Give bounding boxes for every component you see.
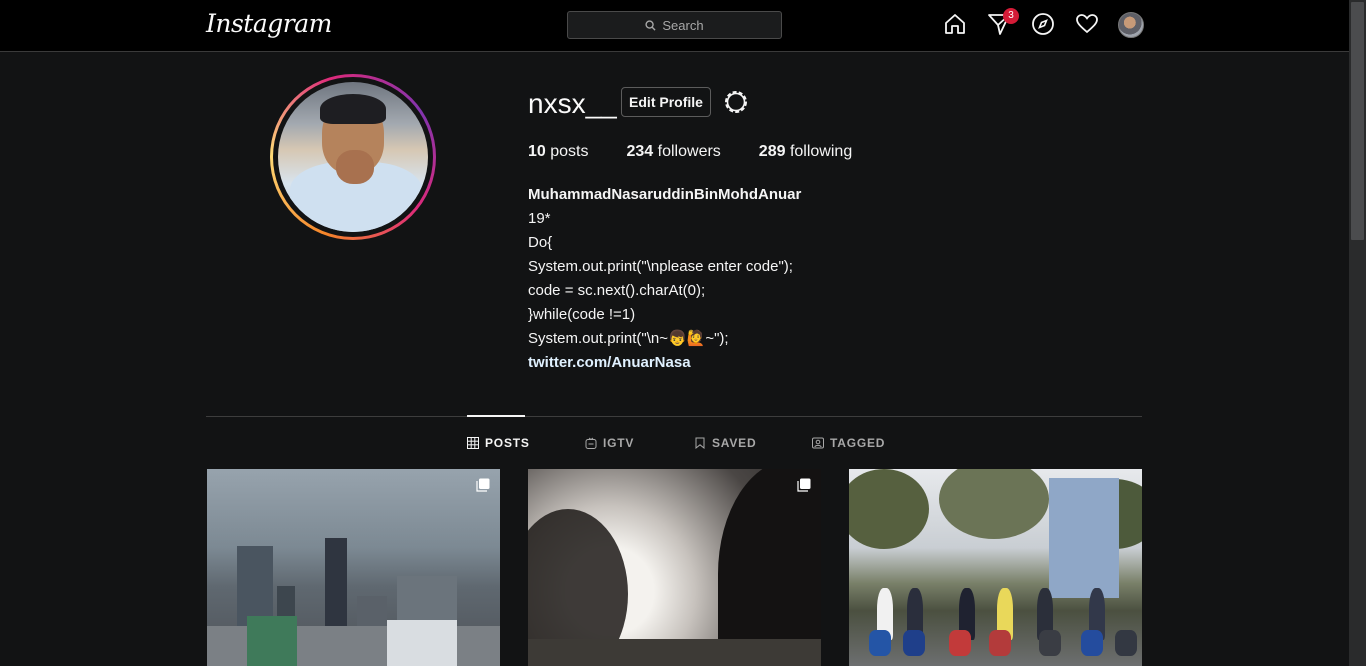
tab-tagged-label: TAGGED — [830, 436, 886, 450]
tab-saved-label: SAVED — [712, 436, 757, 450]
truck-shape — [1049, 478, 1119, 598]
multiple-photos-icon — [797, 478, 811, 492]
posts-stat: 10 posts — [528, 143, 589, 161]
followers-stat[interactable]: 234 followers — [627, 143, 721, 161]
profile-bio: MuhammadNasaruddinBinMohdAnuar 19* Do{ S… — [528, 183, 801, 375]
tab-divider — [206, 416, 1142, 417]
profile-username: nxsx__ — [528, 88, 617, 119]
home-icon[interactable] — [943, 12, 967, 36]
construction-shape — [247, 616, 297, 666]
posts-count: 10 — [528, 143, 546, 160]
tab-tagged[interactable]: TAGGED — [812, 436, 885, 450]
tab-igtv[interactable]: IGTV — [585, 436, 634, 450]
hills-shape — [528, 639, 821, 666]
tab-igtv-label: IGTV — [603, 436, 635, 450]
followers-label: followers — [657, 143, 721, 160]
profile-stats: 10 posts 234 followers 289 following — [528, 143, 852, 161]
tree-canopy — [939, 469, 1049, 539]
profile-full-name: MuhammadNasaruddinBinMohdAnuar — [528, 186, 802, 203]
multiple-photos-icon — [476, 478, 490, 492]
search-icon — [645, 19, 656, 31]
bio-line: Do{ — [528, 234, 553, 251]
igtv-icon — [585, 437, 597, 449]
bio-line: 19* — [528, 210, 551, 227]
bio-line: System.out.print("\nplease enter code"); — [528, 258, 793, 275]
avatar-hand-shape — [336, 150, 374, 184]
scrollbar-thumb[interactable] — [1351, 2, 1364, 240]
motorbike-shape — [1039, 630, 1061, 656]
motorbike-shape — [1081, 630, 1103, 656]
active-tab-indicator — [467, 415, 525, 417]
avatar-frame — [273, 77, 433, 237]
helmet-silhouette — [718, 469, 821, 666]
tab-posts-label: POSTS — [485, 436, 530, 450]
post-thumbnail[interactable] — [207, 469, 500, 666]
top-navbar: Instagram Search 3 — [0, 0, 1349, 52]
followers-count: 234 — [626, 143, 654, 160]
search-placeholder: Search — [662, 17, 704, 33]
tagged-icon — [812, 437, 824, 449]
following-count: 289 — [758, 143, 786, 160]
search-input[interactable]: Search — [567, 11, 782, 39]
posts-label: posts — [550, 143, 589, 160]
profile-avatar-nav[interactable] — [1118, 12, 1144, 38]
bio-line: }while(code !=1) — [528, 306, 636, 323]
motorbike-shape — [949, 630, 971, 656]
heart-icon[interactable] — [1075, 12, 1099, 36]
post-thumbnail[interactable] — [849, 469, 1142, 666]
bio-line: System.out.print("\n~👦🙋~"); — [528, 330, 729, 347]
motorbike-shape — [903, 630, 925, 656]
motorbike-shape — [989, 630, 1011, 656]
page-scrollbar[interactable] — [1349, 0, 1366, 666]
grid-icon — [467, 437, 479, 449]
explore-icon[interactable] — [1031, 12, 1055, 36]
direct-messages-button[interactable]: 3 — [987, 8, 1019, 36]
post-thumbnail[interactable] — [528, 469, 821, 666]
bookmark-icon — [695, 437, 705, 449]
edit-profile-button[interactable]: Edit Profile — [621, 87, 711, 117]
tab-posts[interactable]: POSTS — [467, 436, 530, 450]
settings-gear-icon[interactable] — [722, 88, 750, 116]
avatar-photo — [278, 82, 428, 232]
activity-badge: 3 — [1003, 8, 1019, 24]
building-shape — [387, 620, 457, 666]
following-label: following — [789, 143, 853, 160]
tree-canopy — [849, 469, 929, 549]
following-stat[interactable]: 289 following — [759, 143, 852, 161]
profile-avatar[interactable] — [270, 74, 436, 240]
motorbike-shape — [869, 630, 891, 656]
bio-line: code = sc.next().charAt(0); — [528, 282, 706, 299]
bio-external-link[interactable]: twitter.com/AnuarNasa — [528, 351, 801, 375]
tab-saved[interactable]: SAVED — [694, 436, 756, 450]
instagram-logo[interactable]: Instagram — [206, 9, 332, 38]
motorbike-shape — [1115, 630, 1137, 656]
avatar-hair-shape — [320, 94, 386, 124]
